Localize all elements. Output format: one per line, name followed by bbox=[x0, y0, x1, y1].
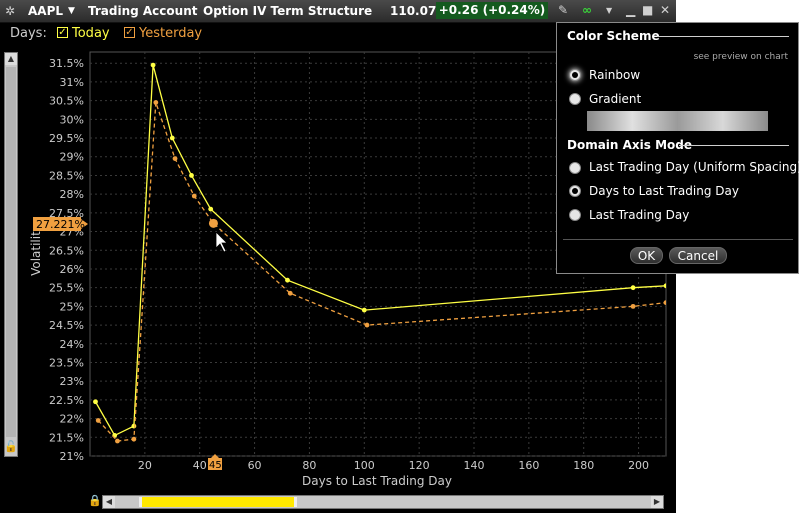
x-tick-label: 20 bbox=[138, 459, 152, 472]
days-to-last-trading-day-label[interactable]: Days to Last Trading Day bbox=[589, 184, 739, 198]
data-point-yesterday bbox=[153, 100, 159, 105]
x-tick-label: 80 bbox=[302, 459, 316, 472]
days-to-last-trading-day-radio[interactable] bbox=[569, 185, 581, 197]
rainbow-label[interactable]: Rainbow bbox=[589, 68, 640, 82]
uniform-spacing-radio[interactable] bbox=[569, 162, 581, 174]
divider bbox=[679, 145, 789, 146]
x-axis-label: Days to Last Trading Day bbox=[302, 474, 452, 488]
cancel-button[interactable]: Cancel bbox=[669, 247, 727, 264]
x-tick-label: 140 bbox=[464, 459, 485, 472]
y-tick-label: 28% bbox=[60, 188, 84, 201]
color-scheme-heading: Color Scheme bbox=[567, 29, 660, 43]
divider bbox=[657, 36, 789, 37]
cursor-highlight-point bbox=[208, 218, 218, 228]
x-cursor-readout: 45 bbox=[208, 454, 222, 471]
y-tick-label: 21.5% bbox=[49, 431, 84, 444]
y-tick-label: 22.5% bbox=[49, 394, 84, 407]
ok-button[interactable]: OK bbox=[630, 247, 663, 264]
y-tick-label: 24.5% bbox=[49, 319, 84, 332]
x-cursor-value: 45 bbox=[209, 460, 222, 471]
y-axis-tick-labels: 21% 21.5% 22% 22.5% 23% 23.5% 24% 24.5% 25% 25.5%… bbox=[49, 57, 84, 463]
data-point-yesterday bbox=[115, 438, 120, 444]
domain-axis-heading: Domain Axis Mode bbox=[567, 138, 693, 152]
preview-note: see preview on chart bbox=[693, 52, 788, 62]
y-cursor-readout: 27.221% bbox=[33, 217, 88, 231]
data-point-today bbox=[131, 423, 137, 429]
data-point-today bbox=[663, 283, 666, 289]
horizontal-range-scrollbar[interactable]: ◀ ▶ bbox=[102, 495, 664, 509]
data-point-yesterday bbox=[172, 156, 178, 162]
gradient-preview-swatch[interactable] bbox=[587, 111, 768, 131]
y-tick-label: 26% bbox=[60, 263, 84, 276]
data-point-yesterday bbox=[630, 303, 636, 309]
data-point-yesterday bbox=[131, 436, 137, 442]
y-tick-label: 30.5% bbox=[49, 95, 84, 108]
horizontal-lock-icon[interactable]: 🔒 bbox=[88, 494, 102, 507]
data-point-yesterday bbox=[364, 322, 370, 328]
data-point-today bbox=[150, 62, 156, 68]
rainbow-radio[interactable] bbox=[569, 69, 581, 81]
horizontal-range-thumb[interactable] bbox=[139, 497, 297, 507]
y-tick-label: 26.5% bbox=[49, 244, 84, 257]
scroll-left-icon[interactable]: ◀ bbox=[103, 496, 115, 508]
y-tick-label: 29.5% bbox=[49, 132, 84, 145]
last-trading-day-radio[interactable] bbox=[569, 209, 581, 221]
y-tick-label: 23% bbox=[60, 375, 84, 388]
gradient-label[interactable]: Gradient bbox=[589, 92, 641, 106]
y-tick-label: 29% bbox=[60, 151, 84, 164]
y-tick-label: 25.5% bbox=[49, 282, 84, 295]
data-point-today bbox=[208, 206, 214, 212]
data-point-today bbox=[630, 285, 636, 291]
data-point-today bbox=[361, 307, 367, 313]
y-tick-label: 23.5% bbox=[49, 356, 84, 369]
y-cursor-value: 27.221% bbox=[36, 218, 85, 231]
x-tick-label: 160 bbox=[518, 459, 539, 472]
data-point-yesterday bbox=[95, 418, 101, 423]
data-point-today bbox=[169, 135, 175, 141]
scroll-right-icon[interactable]: ▶ bbox=[651, 496, 663, 508]
x-tick-label: 100 bbox=[354, 459, 375, 472]
x-tick-label: 200 bbox=[628, 459, 649, 472]
y-tick-label: 21% bbox=[60, 450, 84, 463]
x-tick-label: 60 bbox=[248, 459, 262, 472]
data-point-yesterday bbox=[663, 300, 666, 306]
x-tick-label: 180 bbox=[573, 459, 594, 472]
x-tick-label: 40 bbox=[193, 459, 207, 472]
gradient-radio[interactable] bbox=[569, 93, 581, 105]
y-tick-label: 31% bbox=[60, 76, 84, 89]
uniform-spacing-label[interactable]: Last Trading Day (Uniform Spacing) bbox=[589, 160, 801, 174]
y-tick-label: 28.5% bbox=[49, 169, 84, 182]
color-scheme-panel: Color Scheme see preview on chart Rainbo… bbox=[556, 22, 801, 274]
data-point-today bbox=[189, 173, 194, 178]
data-point-today bbox=[285, 277, 290, 283]
data-point-yesterday bbox=[191, 193, 197, 199]
last-trading-day-label[interactable]: Last Trading Day bbox=[589, 208, 689, 222]
y-tick-label: 24% bbox=[60, 338, 84, 351]
y-tick-label: 22% bbox=[60, 413, 84, 426]
y-axis-label: Volatility bbox=[29, 224, 43, 276]
data-point-yesterday bbox=[287, 290, 293, 296]
y-tick-label: 30% bbox=[60, 113, 84, 126]
data-point-today bbox=[93, 399, 98, 405]
divider bbox=[563, 239, 793, 240]
y-tick-label: 31.5% bbox=[49, 57, 84, 70]
x-tick-label: 120 bbox=[409, 459, 430, 472]
y-tick-label: 25% bbox=[60, 300, 84, 313]
